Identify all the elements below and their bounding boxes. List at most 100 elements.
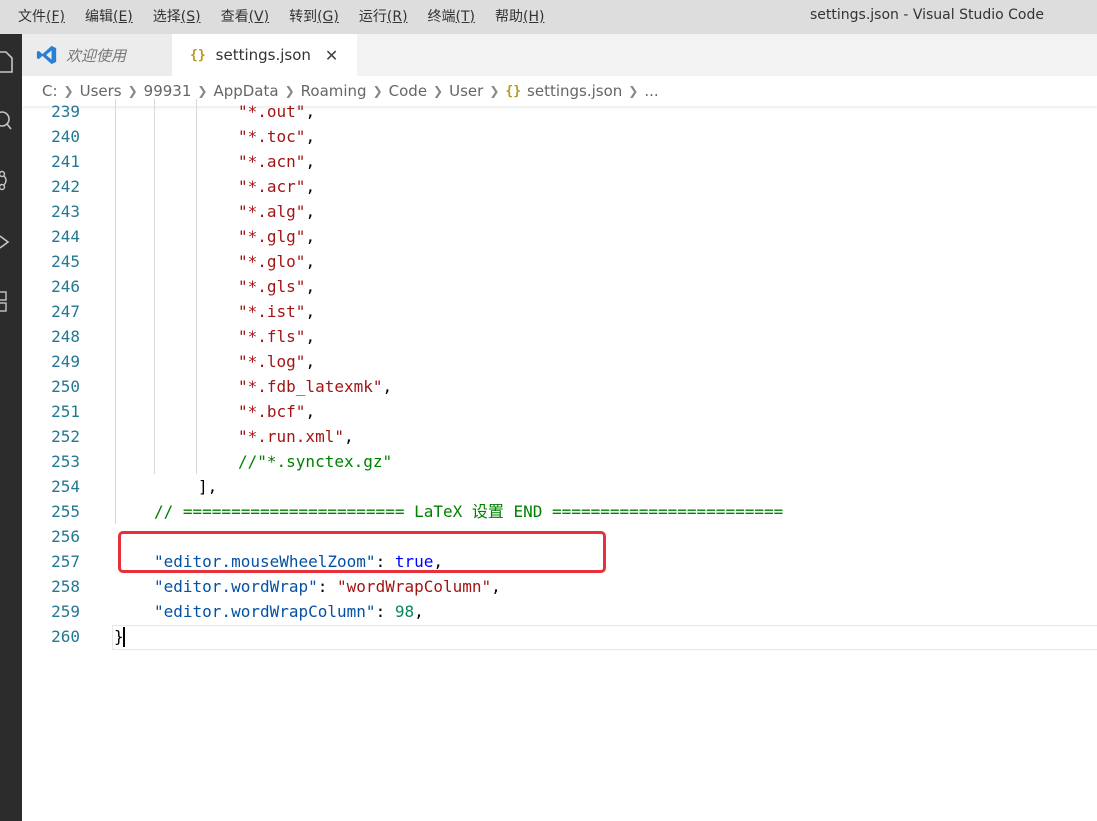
json-string: "*.run.xml" xyxy=(238,427,344,446)
code-editor[interactable]: 239 "*.out", 240 "*.toc", 241 "*.acn", 242 "*.a… xyxy=(22,99,1097,821)
menu-go[interactable]: 转到(G) xyxy=(279,0,349,34)
json-value: 98 xyxy=(394,602,415,621)
menu-edit-label: 编辑 xyxy=(84,9,113,25)
chevron-right-icon: ❯ xyxy=(372,84,383,98)
breadcrumb-appdata[interactable]: AppData xyxy=(213,82,278,100)
breadcrumb-drive[interactable]: C: xyxy=(42,82,58,100)
json-string: "*.bcf" xyxy=(238,402,306,421)
json-string: "*.log" xyxy=(238,352,306,371)
menu-run-label: 运行 xyxy=(358,9,387,25)
menu-selection[interactable]: 选择(S) xyxy=(143,0,211,34)
code-line[interactable]: 247 "*.ist", xyxy=(22,299,1097,324)
line-number: 255 xyxy=(51,502,80,521)
chevron-right-icon: ❯ xyxy=(127,84,138,98)
comment: // ======================= LaTeX 设置 END … xyxy=(154,502,784,521)
code-line[interactable]: 248 "*.fls", xyxy=(22,324,1097,349)
vscode-logo-icon xyxy=(36,45,57,65)
breadcrumb-roaming[interactable]: Roaming xyxy=(301,82,367,100)
line-number: 249 xyxy=(51,352,80,371)
tab-settings-json[interactable]: {} settings.json ✕ xyxy=(172,34,357,76)
breadcrumb-code[interactable]: Code xyxy=(389,82,427,100)
code-line[interactable]: 255 // ======================= LaTeX 设置 E… xyxy=(22,499,1097,524)
line-number: 244 xyxy=(51,227,80,246)
breadcrumb-settings-json[interactable]: settings.json xyxy=(527,82,622,100)
activity-bar xyxy=(0,34,22,821)
menu-help-key: (H) xyxy=(523,9,545,25)
menu-run[interactable]: 运行(R) xyxy=(349,0,418,34)
source-control-icon[interactable] xyxy=(0,166,22,194)
menu-go-key: (G) xyxy=(317,9,339,25)
menu-file-label: 文件 xyxy=(18,9,46,25)
menu-edit[interactable]: 编辑(E) xyxy=(75,0,143,34)
code-line[interactable]: 239 "*.out", xyxy=(22,99,1097,124)
code-line[interactable]: 246 "*.gls", xyxy=(22,274,1097,299)
tab-welcome-label: 欢迎使用 xyxy=(66,46,127,65)
json-file-icon: {} xyxy=(505,83,522,99)
json-string: "*.ist" xyxy=(238,302,306,321)
code-line[interactable]: 258 "editor.wordWrap": "wordWrapColumn", xyxy=(22,574,1097,599)
tab-welcome[interactable]: 欢迎使用 xyxy=(22,34,172,76)
code-line[interactable]: 254], xyxy=(22,474,1097,499)
code-line[interactable]: 250 "*.fdb_latexmk", xyxy=(22,374,1097,399)
code-line[interactable]: 240 "*.toc", xyxy=(22,124,1097,149)
line-number: 239 xyxy=(51,102,80,121)
explorer-icon[interactable] xyxy=(0,48,22,76)
annotation-highlight-box xyxy=(118,531,606,573)
json-key: "editor.wordWrapColumn" xyxy=(154,602,376,621)
menu-selection-label: 选择 xyxy=(152,9,181,25)
code-text: "*.glg", xyxy=(238,227,316,246)
line-number: 248 xyxy=(51,327,80,346)
chevron-right-icon: ❯ xyxy=(628,84,639,98)
json-string: "*.toc" xyxy=(238,127,306,146)
code-line[interactable]: 242 "*.acr", xyxy=(22,174,1097,199)
tab-settings-label: settings.json xyxy=(215,46,311,64)
code-text: "*.log", xyxy=(238,352,316,371)
menu-help[interactable]: 帮助(H) xyxy=(485,0,554,34)
code-text: "*.ist", xyxy=(238,302,316,321)
code-line[interactable]: 253 //"*.synctex.gz" xyxy=(22,449,1097,474)
code-text: "*.glo", xyxy=(238,252,316,271)
code-text: "*.fls", xyxy=(238,327,316,346)
code-line[interactable]: 251 "*.bcf", xyxy=(22,399,1097,424)
line-number: 246 xyxy=(51,277,80,296)
chevron-right-icon: ❯ xyxy=(197,84,208,98)
code-text: "*.gls", xyxy=(238,277,316,296)
code-text: "editor.wordWrapColumn": 98, xyxy=(154,602,424,621)
close-icon[interactable]: ✕ xyxy=(325,46,338,65)
breadcrumb-users[interactable]: Users xyxy=(80,82,122,100)
code-text: "*.out", xyxy=(238,102,316,121)
extensions-icon[interactable] xyxy=(0,288,22,316)
run-debug-icon[interactable] xyxy=(0,228,22,256)
code-text: "*.run.xml", xyxy=(238,427,354,446)
text-cursor xyxy=(123,627,125,647)
code-line[interactable]: 245 "*.glo", xyxy=(22,249,1097,274)
menu-file[interactable]: 文件(F) xyxy=(8,0,75,34)
line-number: 240 xyxy=(51,127,80,146)
menu-terminal[interactable]: 终端(T) xyxy=(418,0,485,34)
breadcrumb-user[interactable]: User xyxy=(449,82,483,100)
code-line[interactable]: 244 "*.glg", xyxy=(22,224,1097,249)
code-text: "*.bcf", xyxy=(238,402,316,421)
menu-go-label: 转到 xyxy=(289,9,318,25)
json-key: "editor.wordWrap" xyxy=(154,577,318,596)
line-number: 241 xyxy=(51,152,80,171)
menu-terminal-label: 终端 xyxy=(427,9,456,25)
json-string: "*.acr" xyxy=(238,177,306,196)
breadcrumb-more[interactable]: ... xyxy=(644,82,658,100)
line-number: 259 xyxy=(51,602,80,621)
menu-view[interactable]: 查看(V) xyxy=(211,0,280,34)
code-line[interactable]: 252 "*.run.xml", xyxy=(22,424,1097,449)
code-line[interactable]: 241 "*.acn", xyxy=(22,149,1097,174)
code-line[interactable]: 259 "editor.wordWrapColumn": 98, xyxy=(22,599,1097,624)
line-number: 254 xyxy=(51,477,80,496)
json-string: "*.gls" xyxy=(238,277,306,296)
code-line[interactable]: 260} xyxy=(22,624,1097,649)
line-number: 256 xyxy=(51,527,80,546)
code-text: "*.acn", xyxy=(238,152,316,171)
code-line[interactable]: 243 "*.alg", xyxy=(22,199,1097,224)
search-icon[interactable] xyxy=(0,106,22,134)
json-string: "*.out" xyxy=(238,102,306,121)
breadcrumb-user-id[interactable]: 99931 xyxy=(144,82,192,100)
code-line[interactable]: 249 "*.log", xyxy=(22,349,1097,374)
menu-view-key: (V) xyxy=(248,9,270,25)
